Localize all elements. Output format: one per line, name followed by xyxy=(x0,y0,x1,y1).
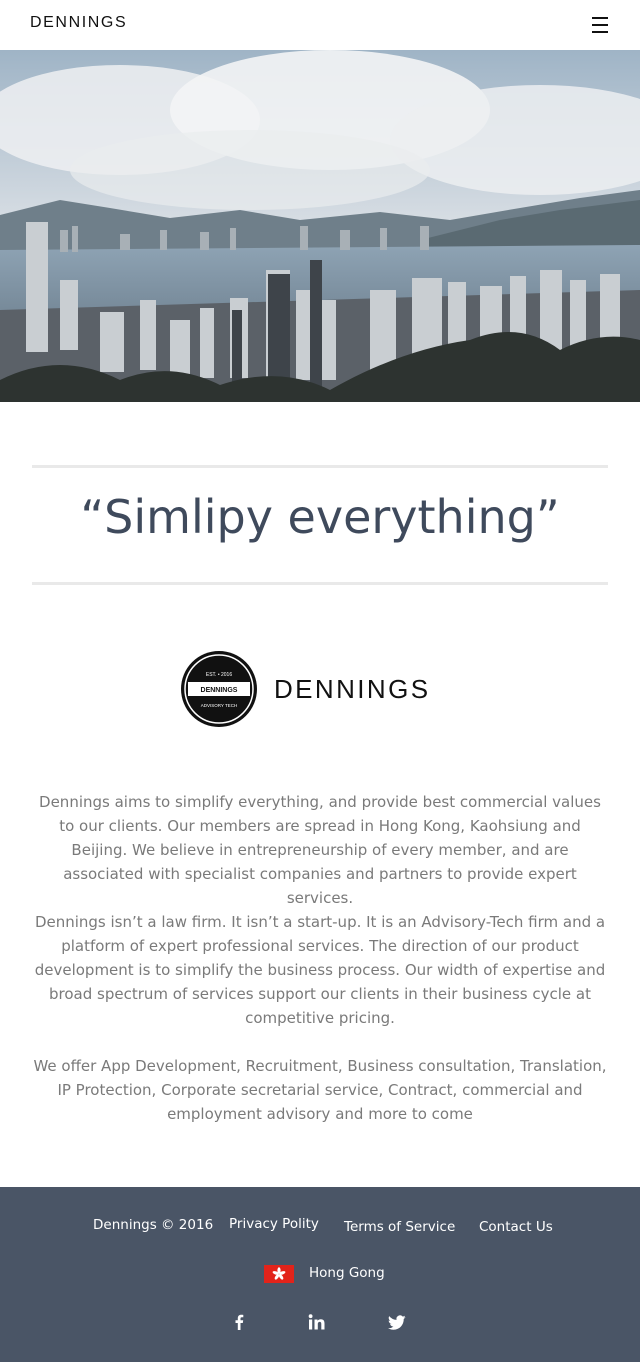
hong-kong-flag-icon xyxy=(264,1265,294,1283)
facebook-icon[interactable] xyxy=(227,1313,251,1331)
svg-text:EST. • 2016: EST. • 2016 xyxy=(206,672,232,678)
terms-of-service-link[interactable]: Terms of Service xyxy=(344,1219,455,1235)
city-skyline-photo xyxy=(0,50,640,402)
privacy-policy-link[interactable]: Privacy Polity xyxy=(229,1216,319,1232)
hero-image xyxy=(0,50,640,402)
region-label[interactable]: Hong Gong xyxy=(309,1265,385,1281)
contact-us-link[interactable]: Contact Us xyxy=(479,1219,553,1235)
menu-icon-bar xyxy=(592,31,608,33)
menu-icon-bar xyxy=(592,17,608,19)
svg-text:DENNINGS: DENNINGS xyxy=(201,687,238,694)
divider xyxy=(32,465,608,468)
dennings-badge-logo: EST. • 2016 DENNINGS ADVISORY TECH xyxy=(181,651,257,727)
divider xyxy=(32,582,608,585)
svg-text:ADVISORY TECH: ADVISORY TECH xyxy=(201,703,238,708)
linkedin-icon[interactable] xyxy=(305,1313,329,1331)
brand-logo[interactable]: DENNINGS xyxy=(30,14,127,32)
twitter-icon[interactable] xyxy=(385,1313,409,1331)
top-navbar: DENNINGS xyxy=(0,0,640,50)
tagline-quote: “Simlipy everything” xyxy=(80,490,560,544)
about-paragraph-3: We offer App Development, Recruitment, B… xyxy=(33,1057,607,1123)
site-footer: Dennings © 2016 Privacy Polity Terms of … xyxy=(0,1187,640,1362)
copyright-text: Dennings © 2016 xyxy=(93,1217,214,1233)
about-paragraph-2: Dennings isn’t a law firm. It isn’t a st… xyxy=(34,913,606,1027)
about-paragraph-1: Dennings aims to simplify everything, an… xyxy=(39,793,601,907)
hamburger-menu-button[interactable] xyxy=(588,14,612,36)
menu-icon-bar xyxy=(592,24,608,26)
logo-wordmark: DENNINGS xyxy=(274,674,431,704)
